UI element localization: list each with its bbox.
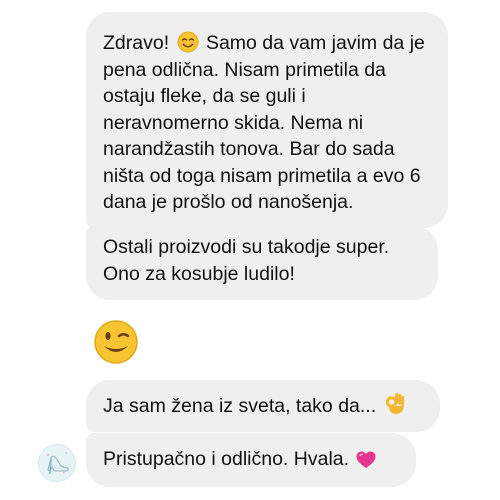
smiling-face-icon — [177, 31, 199, 53]
message-text: Zdravo! — [103, 32, 175, 54]
ok-hand-icon — [385, 393, 404, 414]
message-text: Ostali proizvodi su takodje super. Ono z… — [103, 236, 390, 285]
message-text: Ja sam žena iz sveta, tako da... — [103, 395, 382, 417]
message-bubble-3[interactable]: Ja sam žena iz sveta, tako da... — [86, 380, 440, 432]
message-bubble-2[interactable]: Ostali proizvodi su takodje super. Ono z… — [86, 226, 438, 300]
pink-heart-icon — [356, 451, 376, 468]
message-bubble-1[interactable]: Zdravo! Samo da vam javim da je pena odl… — [86, 12, 448, 228]
message-text: Samo da vam javim da je pena odlična. Ni… — [103, 32, 425, 213]
chat-thread: Zdravo! Samo da vam javim da je pena odl… — [0, 0, 500, 500]
sender-avatar[interactable] — [38, 444, 76, 482]
message-text: Pristupačno i odlično. Hvala. — [103, 448, 355, 470]
winking-face-icon[interactable] — [93, 319, 139, 365]
high-heel-shoe-icon — [46, 452, 69, 475]
message-bubble-4[interactable]: Pristupačno i odlično. Hvala. — [86, 433, 416, 487]
